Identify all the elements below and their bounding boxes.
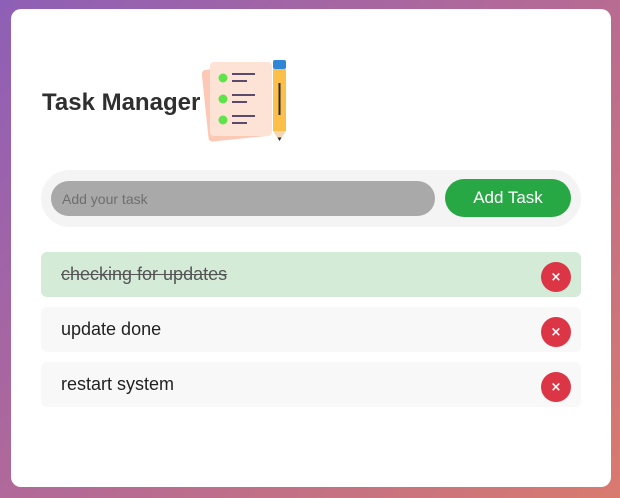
task-item[interactable]: restart system ×	[41, 362, 581, 407]
task-item[interactable]: checking for updates ×	[41, 252, 581, 297]
task-text: update done	[61, 319, 162, 339]
task-text: checking for updates	[61, 264, 228, 284]
close-icon: ×	[550, 324, 562, 340]
task-manager-card: Task Manager Add Task checking for updat…	[11, 9, 611, 487]
task-input-bar: Add Task	[41, 170, 581, 227]
delete-task-button[interactable]: ×	[541, 372, 571, 402]
delete-task-button[interactable]: ×	[541, 262, 571, 292]
task-input[interactable]	[51, 181, 435, 216]
task-text: restart system	[61, 374, 175, 394]
close-icon: ×	[550, 269, 562, 285]
close-icon: ×	[550, 379, 562, 395]
delete-task-button[interactable]: ×	[541, 317, 571, 347]
task-list: checking for updates × update done × res…	[41, 252, 581, 417]
add-task-button[interactable]: Add Task	[445, 179, 571, 217]
checklist-with-pencil-icon	[202, 60, 287, 142]
task-item[interactable]: update done ×	[41, 307, 581, 352]
header: Task Manager	[42, 57, 302, 145]
page-title: Task Manager	[42, 89, 201, 116]
